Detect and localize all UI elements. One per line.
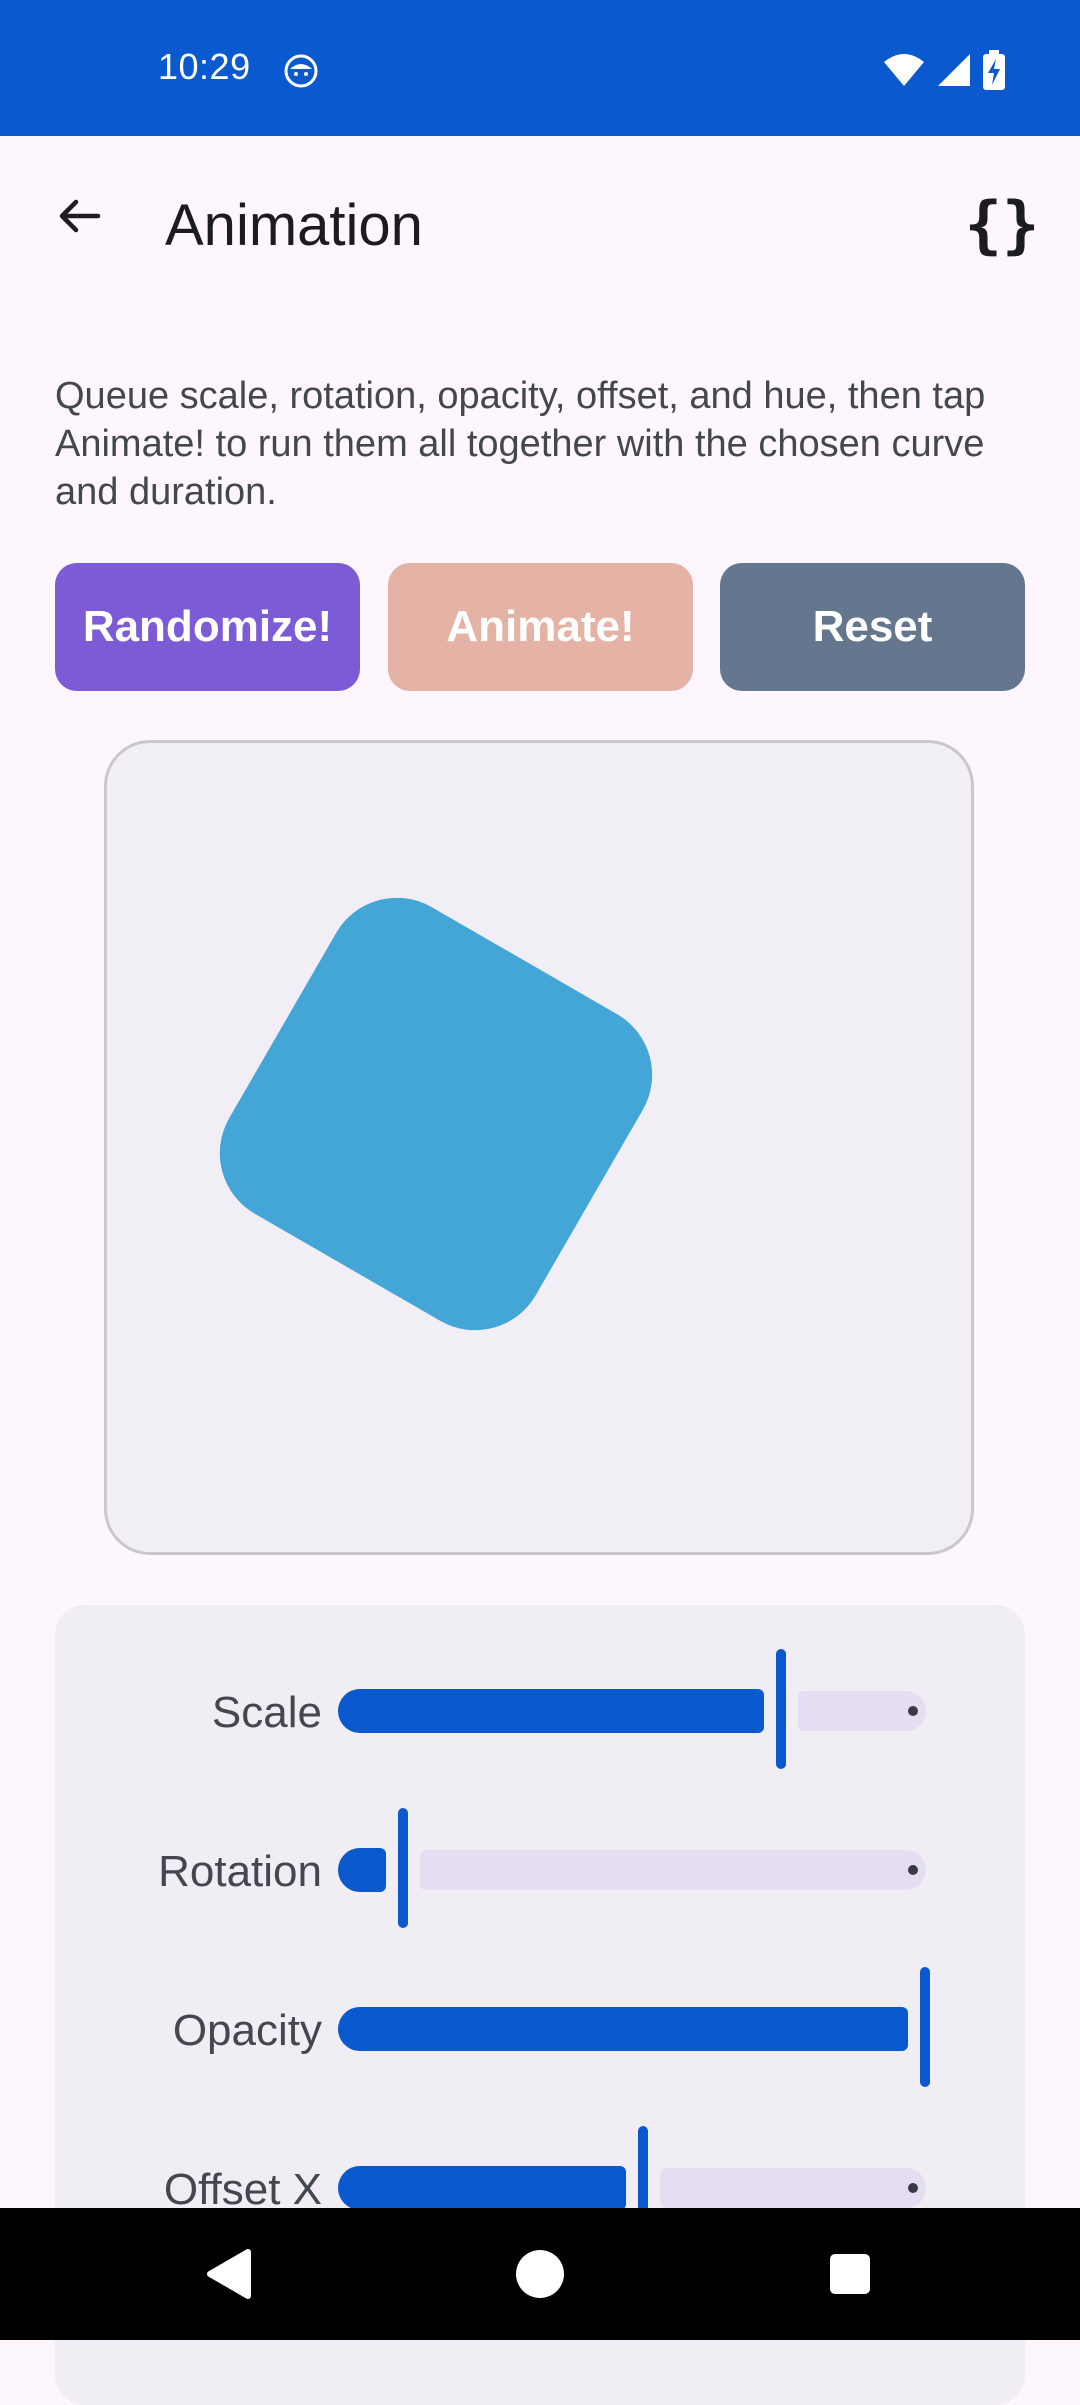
- offset-x-slider-inactive-track: [660, 2168, 926, 2208]
- scale-slider[interactable]: [338, 1649, 948, 1769]
- nav-recents-button[interactable]: [820, 2244, 880, 2304]
- offset-x-slider-stop-indicator: [908, 2183, 918, 2193]
- scale-slider-active-track: [338, 1689, 764, 1733]
- reset-button[interactable]: Reset: [720, 563, 1025, 691]
- wifi-icon: [884, 54, 924, 86]
- status-bar: 10:29: [0, 0, 1080, 136]
- rotation-slider-inactive-track: [420, 1850, 926, 1890]
- offset-x-slider-active-track: [338, 2166, 626, 2210]
- rotation-slider-thumb[interactable]: [398, 1808, 408, 1928]
- code-button[interactable]: {}: [952, 176, 1052, 272]
- scale-slider-stop-indicator: [908, 1706, 918, 1716]
- description-text: Queue scale, rotation, opacity, offset, …: [55, 375, 986, 513]
- animate-button[interactable]: Animate!: [388, 563, 693, 691]
- app-bar: [0, 136, 1080, 312]
- arrow-back-icon: [59, 199, 101, 233]
- opacity-label: Opacity: [172, 2006, 322, 2055]
- scale-slider-inactive-track: [798, 1691, 926, 1731]
- scale-label-text: Scale: [211, 1688, 322, 1737]
- rotation-label: Rotation: [158, 1847, 322, 1896]
- animated-shape: [194, 872, 678, 1356]
- battery-charging-icon: [983, 50, 1005, 90]
- rotation-slider-stop-indicator: [908, 1865, 918, 1875]
- nav-home-icon: [516, 2250, 564, 2298]
- scale-slider-thumb[interactable]: [776, 1649, 786, 1769]
- cellular-signal-icon: [938, 54, 970, 86]
- system-navigation-bar: [0, 2208, 1080, 2340]
- nav-home-button[interactable]: [510, 2244, 570, 2304]
- nav-back-icon: [207, 2249, 251, 2299]
- rotation-slider[interactable]: [338, 1808, 948, 1928]
- rotation-slider-active-track: [338, 1848, 386, 1892]
- nav-back-button[interactable]: [198, 2244, 258, 2304]
- page-title: Animation: [165, 193, 423, 258]
- status-notification-icon: [284, 54, 318, 88]
- animation-preview: [104, 740, 974, 1555]
- back-button[interactable]: [30, 168, 126, 264]
- code-braces-icon: {}: [964, 187, 1040, 261]
- opacity-slider[interactable]: [338, 1967, 948, 2087]
- status-time: 10:29: [158, 46, 251, 87]
- opacity-slider-active-track: [338, 2007, 908, 2051]
- opacity-slider-thumb[interactable]: [920, 1967, 930, 2087]
- randomize-button[interactable]: Randomize!: [55, 563, 360, 691]
- status-icons: [882, 50, 1006, 90]
- nav-recents-icon: [830, 2254, 870, 2294]
